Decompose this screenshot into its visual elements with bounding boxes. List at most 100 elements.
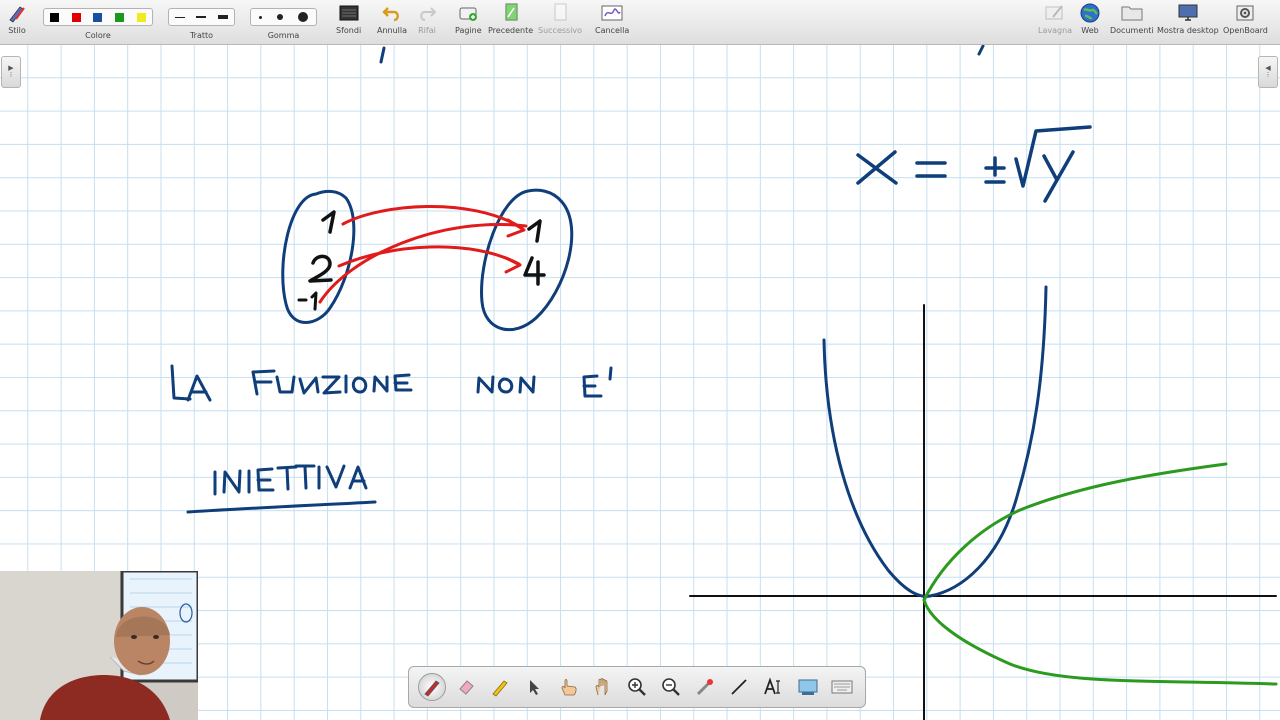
web-label: Web bbox=[1081, 26, 1099, 35]
pen-tool-button[interactable] bbox=[418, 673, 447, 701]
folder-icon bbox=[1121, 3, 1143, 23]
ink-fragment bbox=[977, 44, 985, 56]
color-swatch-yellow[interactable] bbox=[136, 12, 146, 22]
handwritten-formula bbox=[856, 125, 1092, 203]
documenti-button[interactable]: Documenti bbox=[1110, 3, 1154, 43]
settings-gear-icon bbox=[1234, 3, 1256, 23]
zoom-in-button[interactable] bbox=[623, 673, 651, 701]
stile-label: Stilo bbox=[8, 26, 26, 35]
digit-1-b bbox=[527, 219, 542, 243]
globe-icon bbox=[1079, 3, 1101, 23]
color-swatch-black[interactable] bbox=[50, 12, 60, 22]
color-swatch-red[interactable] bbox=[71, 12, 81, 22]
zoom-out-icon bbox=[662, 678, 680, 696]
grip-icon: ⁝ bbox=[1266, 71, 1270, 79]
stroke-width-selector bbox=[168, 8, 235, 26]
underline bbox=[186, 500, 377, 514]
clear-page-icon bbox=[601, 3, 623, 23]
digit-4 bbox=[523, 256, 546, 286]
grip-icon: ⁝ bbox=[9, 71, 13, 79]
eraser-small[interactable] bbox=[258, 15, 262, 19]
monitor-icon bbox=[1177, 3, 1199, 23]
next-page-icon bbox=[549, 3, 571, 23]
sqrt-negative-curve bbox=[922, 598, 1278, 686]
zoom-out-button[interactable] bbox=[657, 673, 685, 701]
sfondi-label: Sfondi bbox=[336, 26, 362, 35]
text-tool-button[interactable] bbox=[759, 673, 787, 701]
color-swatch-blue[interactable] bbox=[93, 12, 103, 22]
handwritten-la-funzione-non-e bbox=[170, 364, 613, 402]
text-icon bbox=[764, 677, 781, 695]
background-icon bbox=[338, 3, 360, 23]
lavagna-button[interactable]: Lavagna bbox=[1038, 3, 1072, 43]
pagine-label: Pagine bbox=[455, 26, 482, 35]
sqrt-positive-curve bbox=[922, 462, 1228, 602]
eraser-size-selector bbox=[250, 8, 317, 26]
documenti-label: Documenti bbox=[1110, 26, 1154, 35]
tratto-label: Tratto bbox=[189, 31, 214, 40]
presenter-video bbox=[0, 571, 198, 720]
stroke-thin[interactable] bbox=[174, 16, 185, 18]
laser-pointer-icon bbox=[697, 679, 714, 696]
digit-minus-1 bbox=[297, 291, 318, 311]
lavagna-label: Lavagna bbox=[1038, 26, 1073, 35]
arrow-head bbox=[506, 218, 526, 238]
sfondi-button[interactable]: Sfondi bbox=[336, 3, 361, 43]
interact-hand-icon bbox=[561, 679, 577, 696]
openboard-button[interactable]: OpenBoard bbox=[1223, 3, 1268, 43]
pan-hand-icon bbox=[595, 678, 608, 696]
laser-pointer-button[interactable] bbox=[691, 673, 719, 701]
eraser-medium[interactable] bbox=[276, 14, 283, 20]
webcam-overlay bbox=[0, 571, 198, 720]
successivo-button[interactable]: Successivo bbox=[538, 3, 582, 43]
virtual-keyboard-button[interactable] bbox=[828, 673, 856, 701]
colore-label: Colore bbox=[85, 31, 111, 40]
mostra-desktop-label: Mostra desktop bbox=[1157, 26, 1219, 35]
ink-fragment bbox=[379, 46, 386, 64]
cancella-label: Cancella bbox=[595, 26, 630, 35]
highlighter-icon bbox=[492, 680, 508, 697]
line-icon bbox=[731, 679, 747, 695]
cancella-button[interactable]: Cancella bbox=[595, 3, 629, 43]
right-palette-toggle[interactable]: ◀ ⁝ bbox=[1258, 56, 1278, 88]
parabola-curve bbox=[822, 285, 1048, 598]
eraser-large[interactable] bbox=[298, 12, 309, 22]
set-b-ellipse bbox=[480, 188, 574, 332]
pages-icon bbox=[457, 3, 479, 23]
color-palette bbox=[43, 8, 153, 26]
handwritten-iniettiva bbox=[186, 464, 377, 514]
rifai-button[interactable]: Rifai bbox=[416, 3, 438, 43]
successivo-label: Successivo bbox=[538, 26, 583, 35]
stile-button[interactable]: Stilo bbox=[6, 3, 28, 43]
previous-page-icon bbox=[500, 3, 522, 23]
select-tool-button[interactable] bbox=[520, 673, 548, 701]
capture-tool-button[interactable] bbox=[794, 673, 822, 701]
rifai-label: Rifai bbox=[418, 26, 436, 35]
line-tool-button[interactable] bbox=[725, 673, 753, 701]
highlighter-tool-button[interactable] bbox=[486, 673, 514, 701]
select-arrow-icon bbox=[530, 680, 540, 695]
main-toolbar: Stilo Colore Tratto Gomma Sfondi Annulla bbox=[0, 0, 1280, 45]
color-swatch-green[interactable] bbox=[115, 12, 125, 22]
annulla-label: Annulla bbox=[377, 26, 408, 35]
eraser-tool-button[interactable] bbox=[452, 673, 480, 701]
annulla-button[interactable]: Annulla bbox=[377, 3, 407, 43]
zoom-in-icon bbox=[628, 678, 646, 696]
redo-icon bbox=[416, 3, 438, 23]
openboard-label: OpenBoard bbox=[1223, 26, 1268, 35]
precedente-label: Precedente bbox=[488, 26, 534, 35]
pagine-button[interactable]: Pagine bbox=[455, 3, 482, 43]
stroke-thick[interactable] bbox=[218, 15, 229, 19]
floating-tool-palette bbox=[408, 666, 866, 708]
capture-icon bbox=[798, 679, 818, 695]
stroke-medium[interactable] bbox=[196, 16, 207, 18]
board-icon bbox=[1044, 3, 1066, 23]
interact-tool-button[interactable] bbox=[555, 673, 583, 701]
mostra-desktop-button[interactable]: Mostra desktop bbox=[1157, 3, 1219, 43]
pan-tool-button[interactable] bbox=[589, 673, 617, 701]
gomma-label: Gomma bbox=[267, 31, 300, 40]
precedente-button[interactable]: Precedente bbox=[488, 3, 533, 43]
left-palette-toggle[interactable]: ▶ ⁝ bbox=[1, 56, 21, 88]
arrow-2-to-4 bbox=[337, 245, 521, 268]
web-button[interactable]: Web bbox=[1079, 3, 1101, 43]
